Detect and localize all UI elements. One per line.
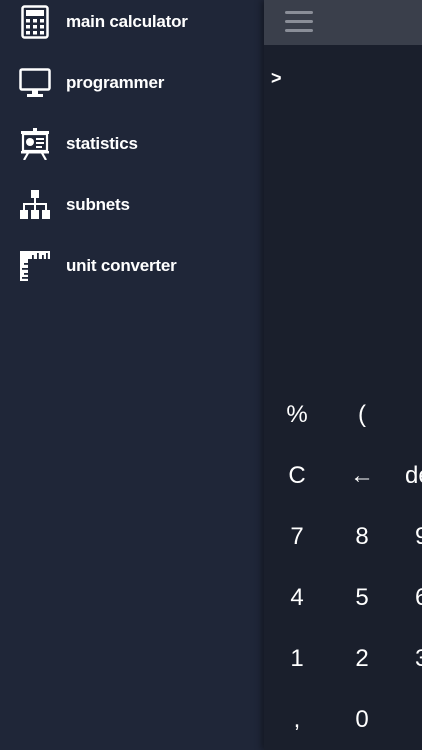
digit-4-key[interactable]: 4 xyxy=(272,573,322,623)
top-bar xyxy=(264,0,422,45)
sidebar-item-programmer[interactable]: programmer xyxy=(0,53,264,113)
digit-2-key[interactable]: 2 xyxy=(337,634,387,684)
sidebar-item-unit-converter[interactable]: unit converter xyxy=(0,236,264,296)
sidebar-item-main-calculator[interactable]: main calculator xyxy=(0,0,264,52)
digit-7-key[interactable]: 7 xyxy=(272,512,322,562)
digit-3-key[interactable]: 3 xyxy=(415,634,422,684)
network-tree-icon xyxy=(19,188,51,222)
digit-6-key[interactable]: 6 xyxy=(415,573,422,623)
comma-key[interactable]: , xyxy=(272,695,322,745)
del-key[interactable]: de xyxy=(405,451,422,501)
calculator-icon xyxy=(19,5,51,39)
digit-9-key[interactable]: 9 xyxy=(415,512,422,562)
sidebar-item-label: unit converter xyxy=(66,256,177,275)
sidebar-item-subnets[interactable]: subnets xyxy=(0,175,264,235)
percent-key[interactable]: % xyxy=(272,390,322,440)
sidebar-item-label: statistics xyxy=(66,134,138,153)
backspace-key[interactable]: ← xyxy=(337,451,387,501)
presentation-board-icon xyxy=(19,127,51,161)
clear-key[interactable]: C xyxy=(272,451,322,501)
digit-0-key[interactable]: 0 xyxy=(337,695,387,745)
sidebar-item-label: programmer xyxy=(66,73,165,92)
input-prompt: > xyxy=(271,68,282,88)
sidebar-item-statistics[interactable]: statistics xyxy=(0,114,264,174)
calculator-panel: > % ( C ← de 7 8 9 4 5 6 1 2 3 , 0 xyxy=(264,0,422,750)
hamburger-icon[interactable] xyxy=(285,11,313,33)
monitor-icon xyxy=(19,66,51,100)
digit-5-key[interactable]: 5 xyxy=(337,573,387,623)
sidebar: main calculator programmer statistics su… xyxy=(0,0,264,750)
app-screen: main calculator programmer statistics su… xyxy=(0,0,422,750)
digit-1-key[interactable]: 1 xyxy=(272,634,322,684)
digit-8-key[interactable]: 8 xyxy=(337,512,387,562)
ruler-icon xyxy=(19,249,51,283)
sidebar-item-label: main calculator xyxy=(66,12,188,31)
open-paren-key[interactable]: ( xyxy=(337,390,387,440)
sidebar-item-label: subnets xyxy=(66,195,130,214)
